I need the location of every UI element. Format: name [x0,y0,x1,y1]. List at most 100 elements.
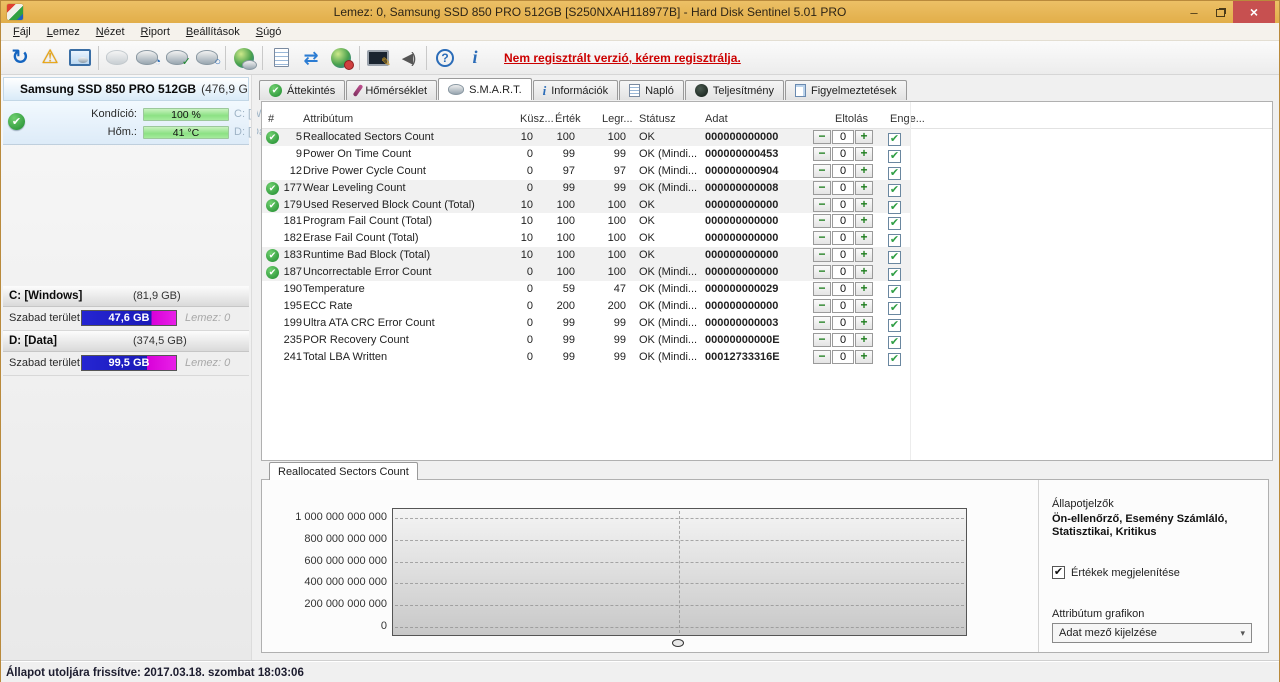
partition-c-header[interactable]: C: [Windows] (81,9 GB) [3,286,249,307]
sync-icon[interactable]: ⇄ [296,44,326,72]
col-thresh[interactable]: Küsz... [520,113,554,125]
warning-icon[interactable]: ⚠ [35,44,65,72]
disk-clock-icon[interactable]: ◔ [132,44,162,72]
globe-disk-icon[interactable] [229,44,259,72]
show-values-row[interactable]: ✔ Értékek megjelenítése [1052,566,1180,579]
offset-plus-button[interactable]: + [855,231,873,246]
enabled-checkbox[interactable]: ✔ [888,335,901,349]
offset-minus-button[interactable]: − [813,231,831,246]
menu-item-fájl[interactable]: Fájl [5,24,39,40]
offset-minus-button[interactable]: − [813,214,831,229]
menu-item-beállítások[interactable]: Beállítások [178,24,248,40]
offset-plus-button[interactable]: + [855,265,873,280]
enabled-checkbox[interactable]: ✔ [888,149,901,163]
enabled-checkbox[interactable]: ✔ [888,285,901,299]
table-row[interactable]: 9 Power On Time Count 0 99 99 OK (Mindi... 000… [262,146,1272,163]
tab-ttekints[interactable]: ✔ Áttekintés [259,80,346,100]
tab-figyelmeztetsek[interactable]: Figyelmeztetések [785,80,907,100]
enabled-checkbox[interactable]: ✔ [888,268,901,282]
table-row[interactable]: 195 ECC Rate 0 200 200 OK (Mindi... 0000000000… [262,298,1272,315]
table-row[interactable]: ✔ 5 Reallocated Sectors Count 10 100 100 OK 000… [262,129,1272,146]
attribute-graph-dropdown[interactable]: Adat mező kijelzése ▾ [1052,623,1252,643]
tab-smart[interactable]: S.M.A.R.T. [438,78,532,100]
close-button[interactable]: × [1233,1,1275,23]
enabled-checkbox[interactable]: ✔ [888,183,901,197]
offset-minus-button[interactable]: − [813,332,831,347]
offset-minus-button[interactable]: − [813,180,831,195]
table-row[interactable]: ✔ 187 Uncorrectable Error Count 0 100 100 OK (… [262,264,1272,282]
tab-napl[interactable]: Napló [619,80,684,100]
table-row[interactable]: 190 Temperature 0 59 47 OK (Mindi... 000000000… [262,281,1272,299]
col-enabled[interactable]: Enge... [890,113,925,125]
offset-minus-button[interactable]: − [813,146,831,161]
offset-minus-button[interactable]: − [813,248,831,263]
disk-disabled-icon[interactable] [102,44,132,72]
offset-plus-button[interactable]: + [855,197,873,212]
globe-user-icon[interactable] [326,44,356,72]
col-value[interactable]: Érték [555,113,581,125]
chart-slider-handle[interactable] [672,639,684,647]
offset-plus-button[interactable]: + [855,180,873,195]
register-link[interactable]: Nem regisztrált verzió, kérem regisztrál… [504,51,741,65]
offset-plus-button[interactable]: + [855,282,873,297]
monitor-disk-icon[interactable] [65,44,95,72]
enabled-checkbox[interactable]: ✔ [888,234,901,248]
tab-teljestmny[interactable]: Teljesítmény [684,80,784,100]
refresh-icon[interactable]: ↻ [5,44,35,72]
offset-plus-button[interactable]: + [855,130,873,144]
chart-tab[interactable]: Reallocated Sectors Count [269,462,418,480]
enabled-checkbox[interactable]: ✔ [888,318,901,332]
table-row[interactable]: 181 Program Fail Count (Total) 10 100 100 OK 0… [262,213,1272,231]
enabled-checkbox[interactable]: ✔ [888,352,901,366]
col-offset[interactable]: Eltolás [835,113,868,125]
info-icon[interactable]: i [460,44,490,72]
col-worst[interactable]: Legr... [602,113,633,125]
offset-plus-button[interactable]: + [855,315,873,330]
offset-plus-button[interactable]: + [855,146,873,161]
menu-item-lemez[interactable]: Lemez [39,24,88,40]
table-row[interactable]: 199 Ultra ATA CRC Error Count 0 99 99 OK (Min… [262,315,1272,332]
offset-plus-button[interactable]: + [855,214,873,229]
offset-minus-button[interactable]: − [813,163,831,178]
menu-item-súgó[interactable]: Súgó [248,24,290,40]
offset-plus-button[interactable]: + [855,332,873,347]
table-row[interactable]: 182 Erase Fail Count (Total) 10 100 100 OK 000… [262,230,1272,248]
table-row[interactable]: 241 Total LBA Written 0 99 99 OK (Mindi... 000… [262,349,1272,366]
table-row[interactable]: 12 Drive Power Cycle Count 0 97 97 OK (Mindi.… [262,163,1272,180]
enabled-checkbox[interactable]: ✔ [888,166,901,180]
offset-minus-button[interactable]: − [813,315,831,330]
report-icon[interactable] [266,44,296,72]
offset-minus-button[interactable]: − [813,130,831,144]
table-row[interactable]: ✔ 183 Runtime Bad Block (Total) 10 100 100 OK 0… [262,247,1272,265]
enabled-checkbox[interactable]: ✔ [888,133,901,146]
monitor-pen-icon[interactable] [363,44,393,72]
tab-hmrsklet[interactable]: Hőmérséklet [346,80,438,100]
col-status[interactable]: Státusz [639,113,676,125]
disk-header[interactable]: Samsung SSD 850 PRO 512GB (476,9 GB) Le [3,77,249,101]
offset-plus-button[interactable]: + [855,248,873,263]
offset-minus-button[interactable]: − [813,282,831,297]
menu-item-nézet[interactable]: Nézet [88,24,133,40]
col-data[interactable]: Adat [705,113,728,125]
tab-informcik[interactable]: i Információk [532,80,619,100]
table-row[interactable]: ✔ 179 Used Reserved Block Count (Total) 10 1… [262,196,1272,214]
offset-minus-button[interactable]: − [813,197,831,212]
menu-item-riport[interactable]: Riport [133,24,178,40]
minimize-button[interactable]: – [1181,1,1207,23]
partition-d-header[interactable]: D: [Data] (374,5 GB) [3,331,249,352]
offset-plus-button[interactable]: + [855,163,873,178]
enabled-checkbox[interactable]: ✔ [888,200,901,214]
table-row[interactable]: 235 POR Recovery Count 0 99 99 OK (Mindi... 00… [262,332,1272,349]
col-attr[interactable]: Attribútum [303,113,353,125]
offset-plus-button[interactable]: + [855,349,873,364]
speaker-icon[interactable]: ◀) [393,44,423,72]
restore-button[interactable] [1207,1,1233,23]
help-icon[interactable]: ? [430,44,460,72]
offset-minus-button[interactable]: − [813,349,831,364]
table-row[interactable]: ✔ 177 Wear Leveling Count 0 99 99 OK (Mindi...… [262,179,1272,197]
show-values-checkbox[interactable]: ✔ [1052,566,1065,579]
sidebar-splitter[interactable] [251,75,257,661]
enabled-checkbox[interactable]: ✔ [888,217,901,231]
offset-minus-button[interactable]: − [813,298,831,313]
offset-minus-button[interactable]: − [813,265,831,280]
